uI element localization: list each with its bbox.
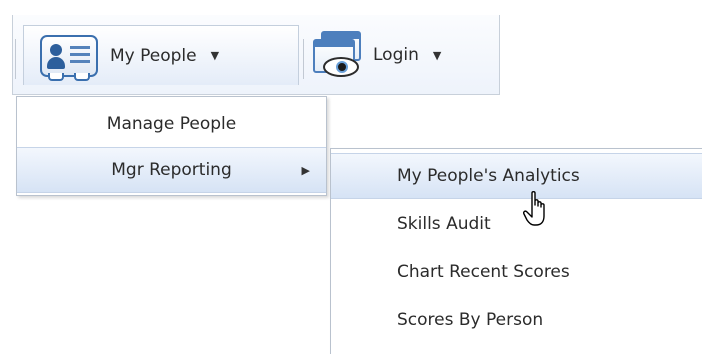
menu-item-my-peoples-analytics[interactable]: My People's Analytics <box>331 153 702 199</box>
menu-item-mgr-reporting[interactable]: Mgr Reporting ▶ <box>17 147 326 193</box>
menu-item-label: Chart Recent Scores <box>397 262 570 282</box>
menu-item-label: Skills Audit <box>397 214 491 234</box>
my-people-dropdown: Manage People Mgr Reporting ▶ <box>16 96 327 196</box>
mgr-reporting-submenu: My People's Analytics Skills Audit Chart… <box>330 148 702 354</box>
menu-item-label: My People's Analytics <box>397 166 580 186</box>
menu-item-scores-by-person[interactable]: Scores By Person <box>331 297 702 343</box>
menu-item-label: Manage People <box>106 114 237 134</box>
chevron-right-icon: ▶ <box>301 163 310 177</box>
people-card-icon <box>40 34 98 81</box>
menu-toolbar: My People ▼ Login ▼ <box>12 15 500 95</box>
toolbar-separator <box>303 39 304 79</box>
login-window-eye-icon <box>311 29 367 81</box>
menu-item-manage-people[interactable]: Manage People <box>17 101 326 147</box>
chevron-down-icon: ▼ <box>432 48 442 62</box>
menu-item-chart-recent-scores[interactable]: Chart Recent Scores <box>331 249 702 295</box>
menu-item-label: Mgr Reporting <box>111 160 232 180</box>
my-people-menu-button[interactable]: My People ▼ <box>23 25 299 85</box>
my-people-label: My People <box>110 45 197 66</box>
hand-pointer-cursor-icon <box>523 191 545 226</box>
login-label: Login <box>373 45 419 65</box>
menu-item-label: Scores By Person <box>397 310 544 330</box>
chevron-down-icon: ▼ <box>210 49 220 62</box>
login-menu-button[interactable]: Login ▼ <box>311 25 491 85</box>
toolbar-separator <box>15 39 16 79</box>
menu-item-skills-audit[interactable]: Skills Audit <box>331 201 702 247</box>
